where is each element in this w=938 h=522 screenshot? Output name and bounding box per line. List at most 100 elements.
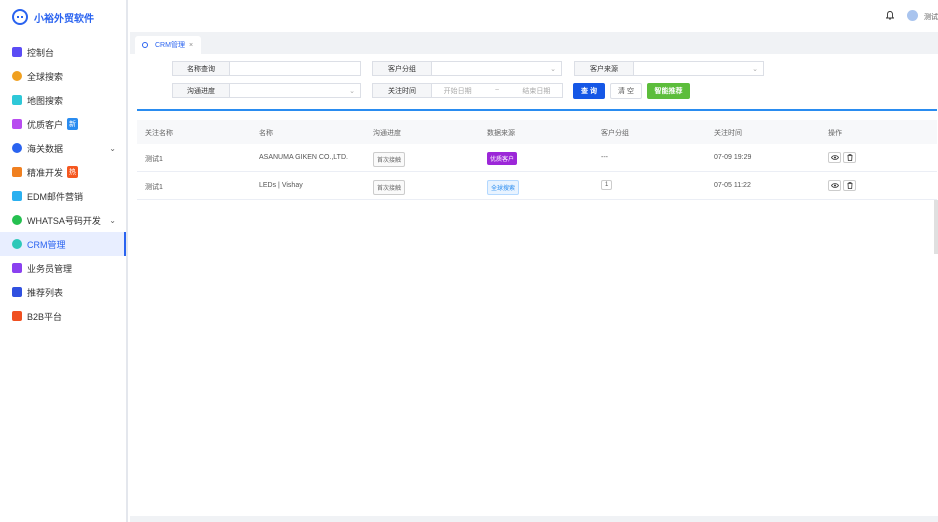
name-query-label: 名称查询 [172,61,230,76]
table-row: 测试1 ASANUMA GIKEN CO.,LTD. 首次接触 优质客户 ---… [137,144,937,172]
sidebar-item-label: 推荐列表 [27,287,64,298]
col-follow-name: 关注名称 [145,130,173,137]
view-button[interactable] [828,152,841,163]
sidebar-item-salesman[interactable]: 业务员管理 [0,256,126,280]
cell-time: 07-09 19:29 [714,154,752,161]
chevron-down-icon: ⌄ [550,66,556,73]
sidebar-item-quality-customers[interactable]: 优质客户 新 [0,112,126,136]
col-source: 数据来源 [487,130,515,137]
cell-follow-name: 测试1 [145,156,163,163]
bottom-bar [130,516,938,522]
source-select[interactable]: ⌄ [634,61,764,76]
avatar[interactable] [907,10,918,21]
top-header: 测试 [130,0,938,32]
main-content: 名称查询 客户分组 ⌄ 客户来源 ⌄ 沟通进度 ⌄ 关注时间 开始日期 ~ 结束… [130,54,938,522]
sidebar-item-label: 业务员管理 [27,263,73,274]
col-time: 关注时间 [714,130,742,137]
progress-tag: 首次接触 [373,180,406,195]
user-name[interactable]: 测试 [924,12,938,22]
map-icon [12,95,22,105]
cell-name[interactable]: ASANUMA GIKEN CO.,LTD. [259,154,348,161]
b2b-icon [12,311,22,321]
smart-recommend-button[interactable]: 智能推荐 [647,83,690,99]
globe-icon [12,71,22,81]
progress-tag: 首次接触 [373,152,406,167]
query-button[interactable]: 查 询 [573,83,605,99]
sidebar-item-label: 优质客户 [27,119,64,130]
sidebar-item-map-search[interactable]: 地图搜索 [0,88,126,112]
sidebar-item-precise-dev[interactable]: 精准开发 热 [0,160,126,184]
group-tag: 1 [601,180,613,190]
progress-label: 沟通进度 [172,83,230,98]
chevron-down-icon: ⌄ [109,144,116,153]
sidebar-item-whatsapp[interactable]: WHATSA号码开发 ⌄ [0,208,126,232]
time-label: 关注时间 [372,83,432,98]
table-row: 测试1 LEDs | Vishay 首次接触 全球搜索 1 07-05 11:2… [137,172,937,200]
sidebar-item-recommend[interactable]: 推荐列表 [0,280,126,304]
tree-icon [12,287,22,297]
bell-icon[interactable] [886,11,894,20]
sidebar-item-label: B2B平台 [27,311,63,322]
filter-row-1: 名称查询 [172,61,361,76]
sidebar: 小裕外贸软件 控制台 全球搜索 地图搜索 优质客户 新 海关数据 ⌄ 精准开发 … [0,0,128,522]
source-tag: 优质客户 [487,152,518,165]
chevron-down-icon: ⌄ [109,216,116,225]
sidebar-item-label: 地图搜索 [27,95,64,106]
sidebar-item-label: WHATSA号码开发 [27,215,101,226]
col-actions: 操作 [828,130,842,137]
group-select[interactable]: ⌄ [432,61,562,76]
filter-time: 关注时间 开始日期 ~ 结束日期 [372,83,563,98]
cell-name[interactable]: LEDs | Vishay [259,182,303,189]
clear-button[interactable]: 清 空 [610,83,642,99]
scrollbar[interactable] [934,200,938,254]
date-range-input[interactable]: 开始日期 ~ 结束日期 [432,83,563,98]
hot-badge: 热 [67,166,79,178]
divider [137,109,937,111]
chat-logo-icon [12,9,28,25]
name-query-input[interactable] [230,61,361,76]
app-logo[interactable]: 小裕外贸软件 [12,9,94,25]
delete-button[interactable] [843,180,856,191]
dashboard-icon [12,47,22,57]
sidebar-item-customs-data[interactable]: 海关数据 ⌄ [0,136,126,160]
filter-group: 客户分组 ⌄ [372,61,562,76]
cell-follow-name: 测试1 [145,184,163,191]
sidebar-item-crm[interactable]: CRM管理 [0,232,126,256]
sidebar-item-b2b[interactable]: B2B平台 [0,304,126,328]
new-badge: 新 [67,118,79,130]
sidebar-item-label: 精准开发 [27,167,64,178]
progress-select[interactable]: ⌄ [230,83,361,98]
eye-icon [830,183,839,188]
sidebar-item-label: 全球搜索 [27,71,64,82]
people-icon [12,167,22,177]
sidebar-item-global-search[interactable]: 全球搜索 [0,64,126,88]
briefcase-icon [12,263,22,273]
close-icon[interactable]: × [189,42,193,49]
col-name: 名称 [259,130,273,137]
tab-crm[interactable]: CRM管理 × [135,36,202,54]
sidebar-item-label: 控制台 [27,47,55,58]
table-header: 关注名称 名称 沟通进度 数据来源 客户分组 关注时间 操作 [137,120,937,144]
sidebar-item-dashboard[interactable]: 控制台 [0,40,126,64]
delete-button[interactable] [843,152,856,163]
end-date-placeholder: 结束日期 [522,87,551,95]
source-label: 客户来源 [574,61,634,76]
sidebar-menu: 控制台 全球搜索 地图搜索 优质客户 新 海关数据 ⌄ 精准开发 热 EDM邮件… [0,40,126,328]
sidebar-item-edm[interactable]: EDM邮件营销 [0,184,126,208]
chevron-down-icon: ⌄ [752,66,758,73]
refresh-icon [142,42,148,48]
group-label: 客户分组 [372,61,432,76]
cell-time: 07-05 11:22 [714,182,751,189]
app-title: 小裕外贸软件 [34,13,94,25]
chevron-down-icon: ⌄ [349,88,355,95]
filter-source: 客户来源 ⌄ [574,61,764,76]
customs-icon [12,143,22,153]
view-button[interactable] [828,180,841,191]
user-icon [12,239,22,249]
range-separator: ~ [494,87,500,94]
sidebar-item-label: CRM管理 [27,239,66,250]
tab-label: CRM管理 [155,42,185,49]
col-progress: 沟通进度 [373,130,401,137]
start-date-placeholder: 开始日期 [443,87,472,95]
col-group: 客户分组 [601,130,629,137]
